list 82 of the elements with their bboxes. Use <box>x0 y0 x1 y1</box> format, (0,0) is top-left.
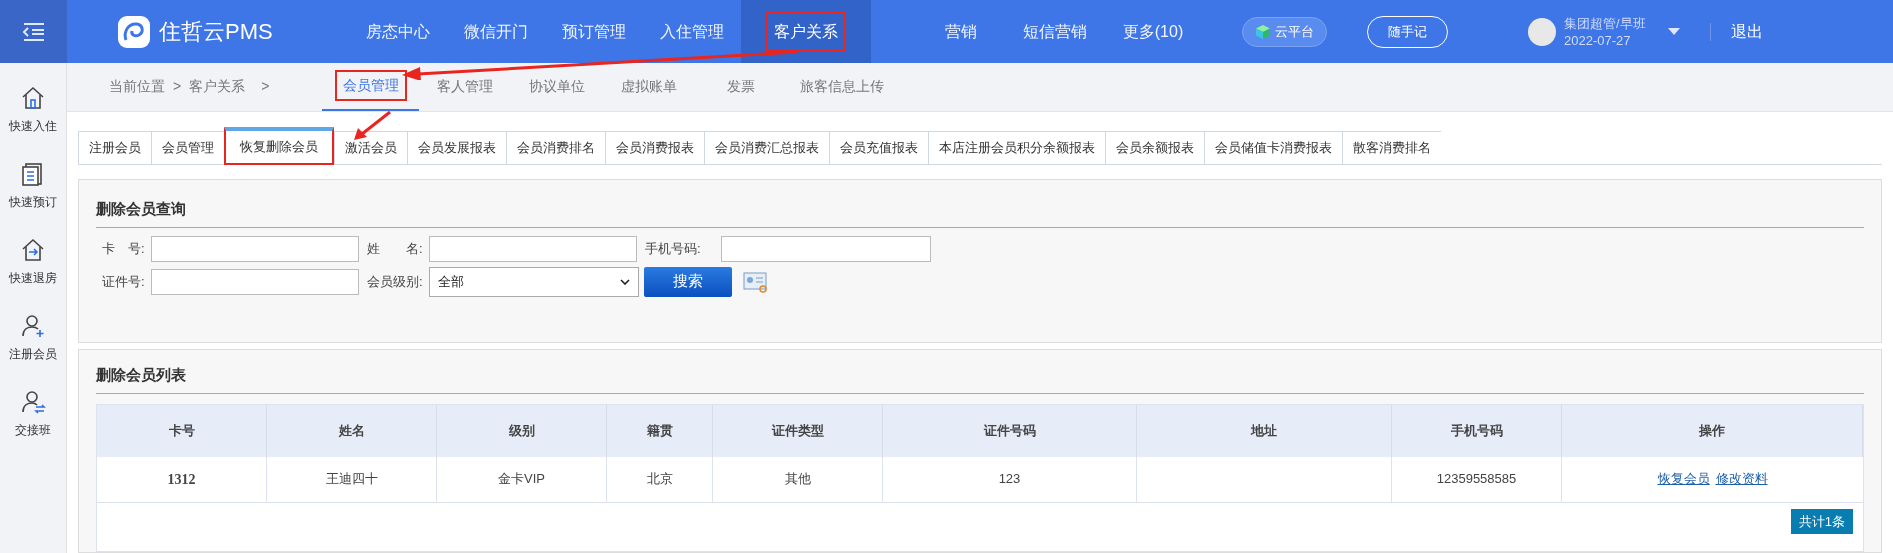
search-button[interactable]: 搜索 <box>644 266 732 297</box>
nav-tab[interactable]: 预订管理 <box>554 11 634 52</box>
house-arrow-icon <box>20 237 46 263</box>
table-cell-text: 北京 <box>646 470 673 489</box>
report-tab[interactable]: 本店注册会员积分余额报表 <box>928 131 1105 165</box>
sidebar-item[interactable]: 注册会员 <box>9 313 57 363</box>
input-field[interactable] <box>151 235 359 262</box>
table-cell-text: 其他 <box>784 470 811 489</box>
level-dropdown[interactable]: 全部 <box>429 266 639 297</box>
input-field[interactable] <box>721 235 931 262</box>
nav-tab[interactable]: 房态中心 <box>358 11 438 52</box>
home-icon <box>20 85 46 111</box>
user-date: 2022-07-27 <box>1564 31 1632 49</box>
report-tab[interactable]: 注册会员 <box>78 131 151 165</box>
user-name: 集团超管/早班 <box>1564 14 1646 32</box>
total-count-badge: 共计1条 <box>1790 508 1853 534</box>
breadcrumb-separator: > <box>173 77 182 96</box>
column-header: 籍贯 <box>607 404 713 457</box>
report-tab[interactable]: 会员消费汇总报表 <box>704 131 829 165</box>
column-header: 卡号 <box>97 404 267 457</box>
nav-tab[interactable]: 更多(10) <box>1114 11 1192 52</box>
input-field[interactable] <box>429 235 637 262</box>
breadcrumb-label: 当前位置 <box>109 77 165 96</box>
column-header: 地址 <box>1137 404 1392 457</box>
chevron-down-icon <box>620 278 630 285</box>
nav-tab[interactable]: 营销 <box>937 11 985 52</box>
table-cell-text: 王迪四十 <box>325 470 378 489</box>
section-title: 删除会员列表 <box>96 364 1864 394</box>
subnav-tab[interactable]: 协议单位 <box>521 71 593 102</box>
caret-icon[interactable] <box>1667 27 1680 36</box>
table-cell-text: 12359558585 <box>1436 470 1517 489</box>
nav-tab[interactable]: 入住管理 <box>652 11 732 52</box>
column-header: 证件号码 <box>883 404 1137 457</box>
column-header: 级别 <box>437 404 607 457</box>
report-tab[interactable]: 会员发展报表 <box>407 131 506 165</box>
subnav-tab[interactable]: 会员管理 <box>334 70 407 101</box>
column-header: 证件类型 <box>713 404 883 457</box>
action-link[interactable]: 恢复会员 <box>1657 469 1710 489</box>
subnav-tab[interactable]: 虚拟账单 <box>613 71 685 102</box>
table-cell-text: 1312 <box>167 470 196 489</box>
annotation-arrow <box>352 110 392 142</box>
column-header: 手机号码 <box>1392 404 1562 457</box>
report-tab[interactable]: 会员消费排名 <box>506 131 605 165</box>
input-field[interactable] <box>151 268 359 295</box>
id-card-icon[interactable] <box>743 269 769 294</box>
action-link[interactable]: 修改资料 <box>1715 469 1768 489</box>
field-label: 证件号: <box>101 272 146 291</box>
logout-link[interactable]: 退出 <box>1730 19 1763 44</box>
section-title: 删除会员查询 <box>96 198 1864 228</box>
sidebar-item[interactable]: 快速入住 <box>9 85 57 135</box>
nav-tab[interactable]: 客户关系 <box>766 11 846 52</box>
column-header: 操作 <box>1562 404 1863 457</box>
table-cell-text: 123 <box>998 470 1021 489</box>
report-tab[interactable]: 会员充值报表 <box>829 131 928 165</box>
nav-tab[interactable]: 微信开门 <box>456 11 536 52</box>
field-label: 卡 号: <box>101 239 146 258</box>
avatar <box>1528 17 1556 46</box>
field-label: 会员级别: <box>366 272 424 291</box>
field-label: 姓 名: <box>366 239 424 258</box>
field-label: 手机号码: <box>644 239 702 258</box>
logo-icon <box>117 14 151 49</box>
breadcrumb-section: 客户关系 <box>189 76 246 97</box>
add-user-icon <box>20 313 46 339</box>
report-tab[interactable]: 会员消费报表 <box>605 131 704 165</box>
subnav-tab[interactable]: 旅客信息上传 <box>792 71 892 102</box>
table-cell-text: 金卡VIP <box>498 470 545 489</box>
subnav-tab[interactable]: 发票 <box>719 71 763 102</box>
report-tab[interactable]: 会员储值卡消费报表 <box>1204 131 1342 165</box>
sidebar-item[interactable]: 快速预订 <box>9 161 57 211</box>
cube-icon <box>1255 23 1271 40</box>
swap-user-icon <box>20 389 46 415</box>
app-logo-text: 住哲云PMS <box>159 18 274 46</box>
sidebar-item[interactable]: 交接班 <box>15 389 51 439</box>
report-tab[interactable]: 会员余额报表 <box>1105 131 1204 165</box>
sidebar-item[interactable]: 快速退房 <box>9 237 57 287</box>
report-tab[interactable]: 恢复删除会员 <box>224 127 334 165</box>
column-header: 姓名 <box>267 404 437 457</box>
menu-icon[interactable] <box>0 0 67 63</box>
subnav-tab[interactable]: 客人管理 <box>429 71 501 102</box>
report-tab[interactable]: 散客消费排名 <box>1342 131 1441 165</box>
breadcrumb-separator: > <box>261 77 270 96</box>
nav-tab[interactable]: 短信营销 <box>1015 11 1095 52</box>
